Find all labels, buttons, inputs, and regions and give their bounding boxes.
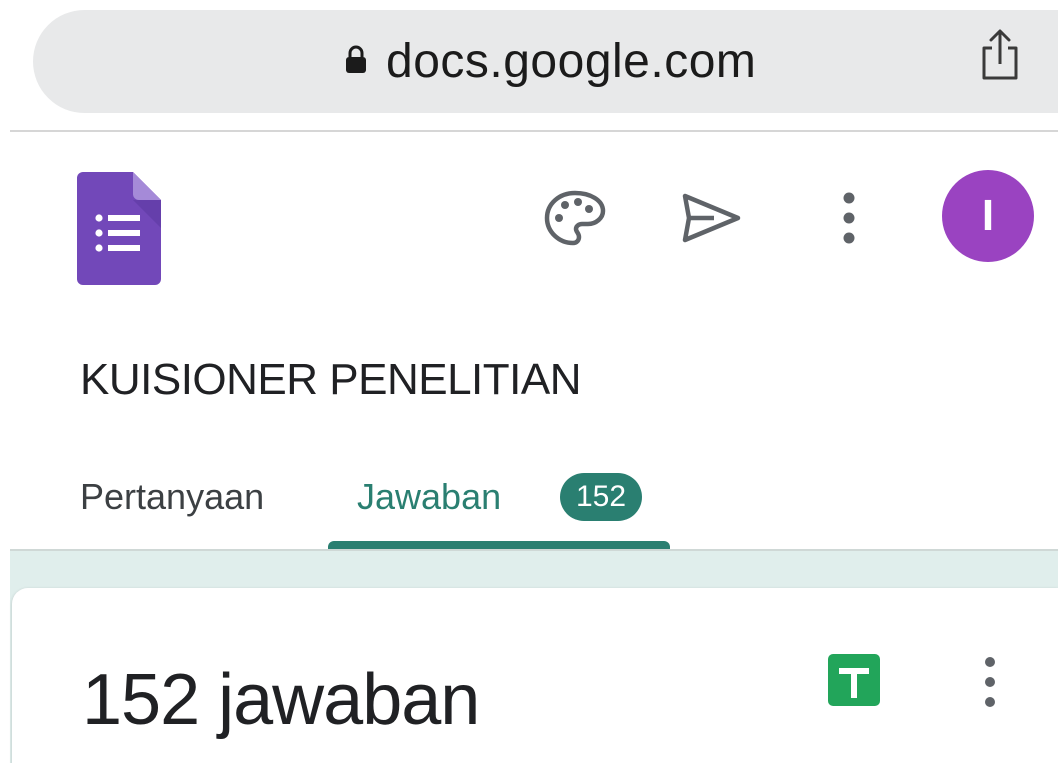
active-tab-indicator: [328, 541, 670, 549]
browser-page: docs.google.com I KUISIONER PENELITIAN P…: [0, 0, 1058, 763]
lock-icon: [346, 45, 366, 73]
url-text[interactable]: docs.google.com: [386, 36, 756, 88]
account-avatar[interactable]: I: [942, 170, 1034, 262]
share-icon[interactable]: [978, 28, 1022, 82]
form-title[interactable]: KUISIONER PENELITIAN: [80, 352, 582, 408]
responses-count-title: 152 jawaban: [82, 660, 480, 740]
tab-jawaban[interactable]: Jawaban: [357, 475, 501, 519]
send-icon[interactable]: [680, 192, 742, 244]
google-sheets-icon[interactable]: [828, 654, 880, 706]
palette-icon[interactable]: [544, 190, 606, 246]
address-bar-divider: [10, 130, 1058, 132]
more-vert-icon[interactable]: [978, 654, 1002, 710]
response-count-badge: 152: [560, 473, 642, 521]
google-forms-logo[interactable]: [77, 172, 161, 285]
responses-summary-card: 152 jawaban: [12, 588, 1058, 763]
tab-pertanyaan[interactable]: Pertanyaan: [80, 475, 264, 519]
more-vert-icon[interactable]: [836, 190, 862, 246]
